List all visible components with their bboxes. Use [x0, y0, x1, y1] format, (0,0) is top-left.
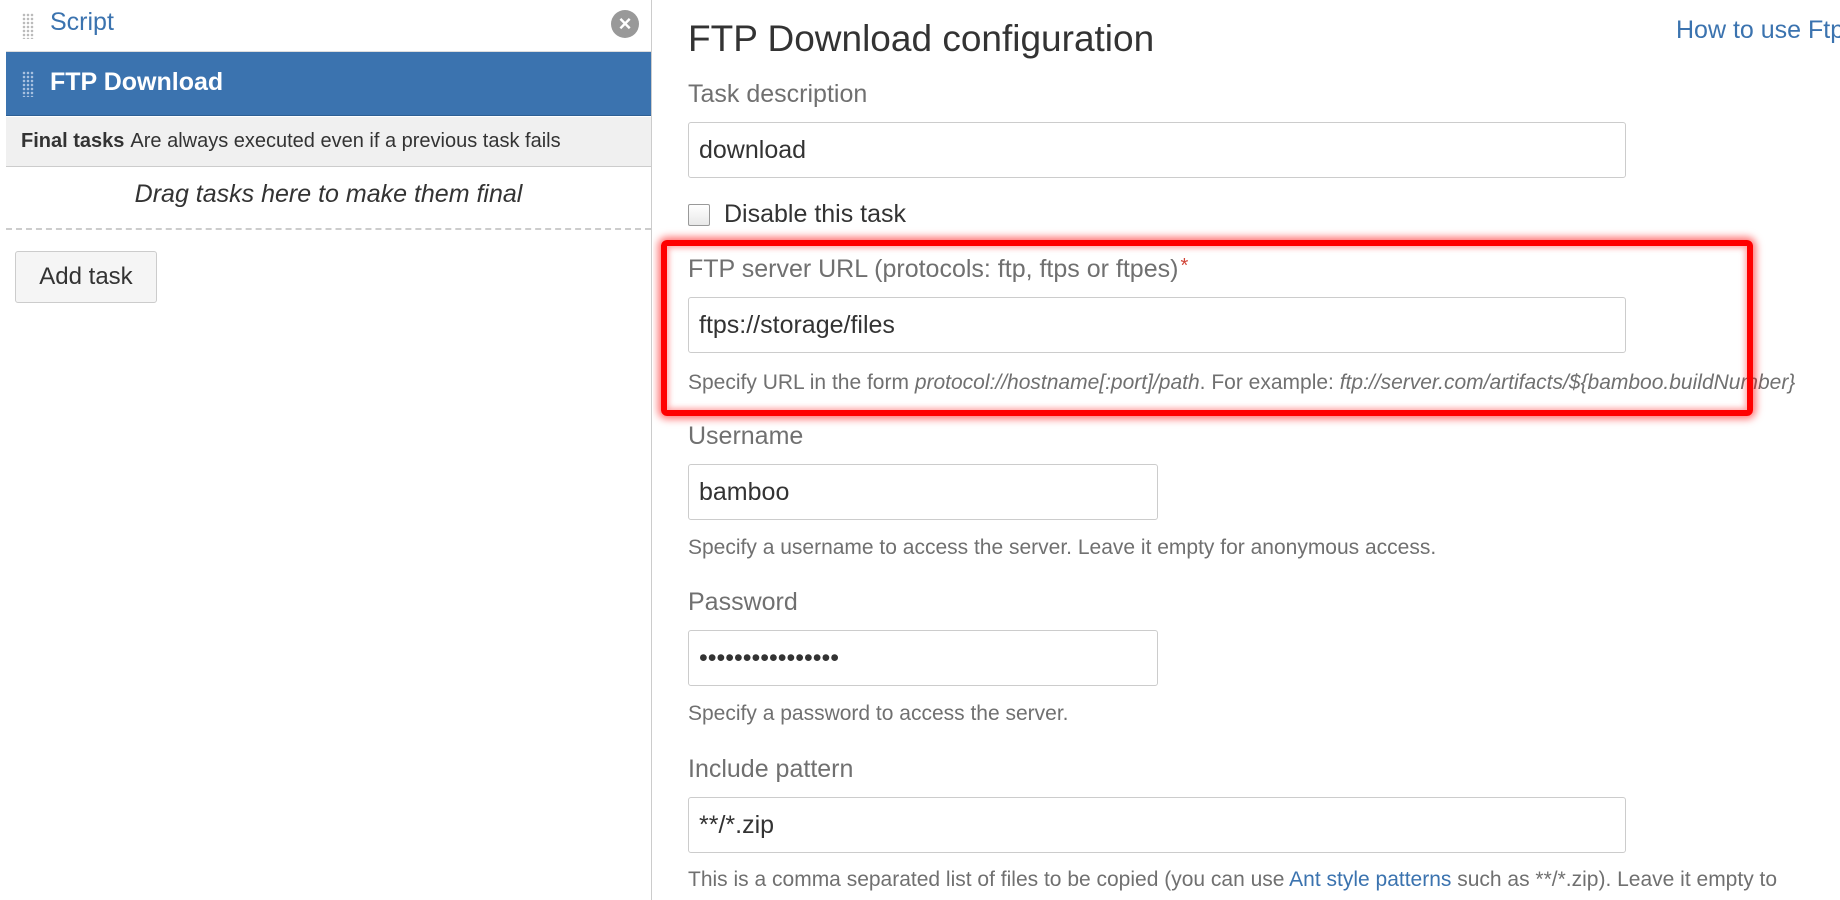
server-url-input[interactable]: [688, 297, 1626, 353]
task-item-label: Script: [50, 8, 114, 36]
server-url-help: Specify URL in the form protocol://hostn…: [688, 371, 1795, 395]
password-help: Specify a password to access the server.: [688, 702, 1069, 725]
server-url-label: FTP server URL (protocols: ftp, ftps or …: [688, 255, 1188, 284]
required-marker: *: [1180, 255, 1189, 277]
task-description-input[interactable]: [688, 122, 1626, 178]
password-input[interactable]: [688, 630, 1158, 686]
include-pattern-help-prefix: This is a comma separated list of files …: [688, 868, 1290, 891]
username-label: Username: [688, 422, 804, 450]
disable-task-row[interactable]: Disable this task: [688, 200, 906, 229]
remove-task-icon[interactable]: ×: [611, 10, 639, 38]
task-item-script[interactable]: Script ×: [6, 0, 651, 52]
include-pattern-input[interactable]: [688, 797, 1626, 853]
include-pattern-help: This is a comma separated list of files …: [688, 868, 1777, 892]
server-url-help-form: protocol://hostname[:port]/path: [914, 371, 1200, 394]
server-url-help-middle: . For example:: [1199, 371, 1340, 394]
drag-handle-icon[interactable]: [22, 12, 34, 39]
final-tasks-drop-zone[interactable]: Drag tasks here to make them final: [6, 168, 651, 230]
server-url-help-example: ftp://server.com/artifacts/${bamboo.buil…: [1339, 371, 1796, 394]
final-tasks-header: Final tasks Are always executed even if a…: [6, 117, 651, 167]
username-help: Specify a username to access the server.…: [688, 536, 1437, 559]
include-pattern-label: Include pattern: [688, 755, 854, 783]
server-url-help-prefix: Specify URL in the form: [688, 371, 915, 394]
page-title: FTP Download configuration: [688, 18, 1155, 59]
task-item-label: FTP Download: [50, 68, 224, 96]
drag-handle-icon[interactable]: [22, 70, 34, 97]
task-item-ftp-download[interactable]: FTP Download: [6, 52, 651, 116]
server-url-label-text: FTP server URL (protocols: ftp, ftps or …: [688, 255, 1179, 283]
task-description-label: Task description: [688, 80, 868, 108]
help-link[interactable]: How to use Ftp: [1676, 16, 1840, 45]
drop-hint: Drag tasks here to make them final: [134, 180, 523, 208]
include-pattern-help-suffix: such as **/*.zip). Leave it empty to: [1451, 868, 1778, 891]
task-list-panel: Script × FTP Download Final tasks Are alw…: [0, 0, 652, 900]
password-label: Password: [688, 588, 798, 616]
disable-task-checkbox[interactable]: [688, 203, 710, 226]
task-configuration-panel: FTP Download configuration How to use Ft…: [653, 0, 1840, 900]
final-tasks-title: Final tasks: [21, 130, 125, 152]
username-input[interactable]: [688, 464, 1158, 520]
final-tasks-description: Are always executed even if a previous t…: [130, 130, 561, 152]
ant-patterns-link[interactable]: Ant style patterns: [1289, 868, 1451, 891]
disable-task-label: Disable this task: [724, 200, 907, 228]
add-task-button[interactable]: Add task: [15, 251, 157, 303]
